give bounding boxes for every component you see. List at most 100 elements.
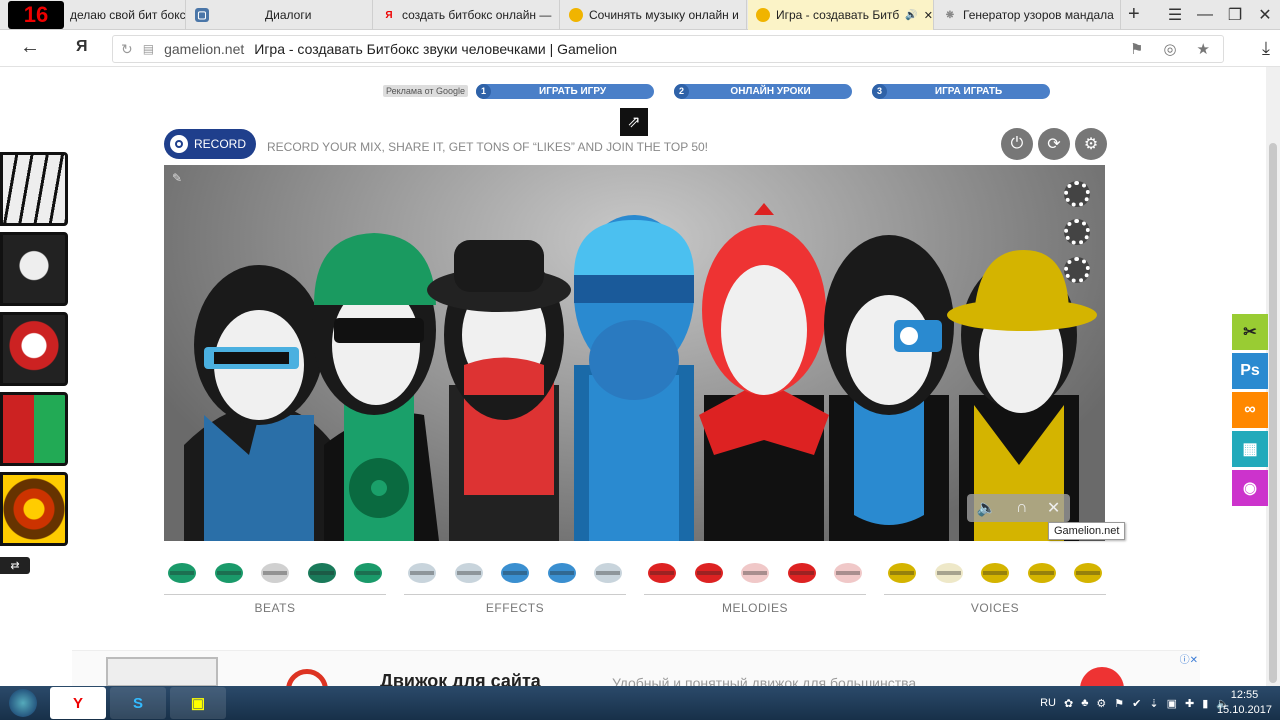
- sound-icon-voices-5[interactable]: [1072, 559, 1104, 585]
- sound-icon-beats-2[interactable]: [213, 559, 245, 585]
- tab-label: создать битбокс онлайн —: [402, 8, 552, 22]
- maximize-icon[interactable]: ❐: [1220, 0, 1250, 30]
- network-icon[interactable]: ▮: [1202, 697, 1208, 710]
- tray-icon[interactable]: ⚙: [1096, 697, 1106, 710]
- speaker-icon[interactable]: 🔊: [905, 10, 917, 21]
- sound-icon-beats-1[interactable]: [166, 559, 198, 585]
- shuffle-icon[interactable]: ⇄: [0, 557, 30, 574]
- sound-icon-melodies-5[interactable]: [832, 559, 864, 585]
- lips-icon[interactable]: ◉: [1232, 470, 1268, 506]
- ad-arrow-button[interactable]: [1080, 667, 1124, 686]
- tab-close-icon[interactable]: ✕: [924, 9, 933, 22]
- sound-icon-voices-4[interactable]: [1026, 559, 1058, 585]
- character-3[interactable]: [427, 240, 571, 541]
- ad-close-icon[interactable]: ⓘ✕: [1180, 651, 1198, 666]
- bonus-ring-icon[interactable]: [1064, 181, 1090, 207]
- url-input[interactable]: ↻ ▤ gamelion.net Игра - создавать Битбок…: [112, 35, 1224, 63]
- sound-icon-voices-1[interactable]: [886, 559, 918, 585]
- sound-icon-effects-4[interactable]: [546, 559, 578, 585]
- christmas-thumb[interactable]: [0, 392, 68, 466]
- squares-icon[interactable]: ▦: [1232, 431, 1268, 467]
- sound-icon-melodies-2[interactable]: [693, 559, 725, 585]
- piano-thumb[interactable]: [0, 152, 68, 226]
- sound-icon-beats-3[interactable]: [259, 559, 291, 585]
- sound-icon-effects-5[interactable]: [592, 559, 624, 585]
- character-6[interactable]: [824, 235, 954, 541]
- ad-link-2[interactable]: 2 ОНЛАЙН УРОКИ: [674, 83, 853, 99]
- menu-icon[interactable]: ☰: [1160, 0, 1190, 30]
- bookmark-star-icon[interactable]: ★: [1197, 40, 1210, 58]
- sound-icon-melodies-3[interactable]: [739, 559, 771, 585]
- sound-icon-beats-5[interactable]: [352, 559, 384, 585]
- tray-icon[interactable]: ⇣: [1149, 697, 1158, 710]
- character-2[interactable]: [312, 233, 439, 541]
- tray-icon[interactable]: ✔: [1132, 697, 1141, 710]
- sound-icon-effects-1[interactable]: [406, 559, 438, 585]
- reader-icon[interactable]: ⚑: [1130, 40, 1143, 58]
- record-button[interactable]: RECORD: [164, 129, 256, 159]
- tab-2[interactable]: Я создать битбокс онлайн —: [374, 0, 560, 30]
- character-5[interactable]: [699, 203, 829, 541]
- start-button[interactable]: [0, 686, 46, 720]
- tab-3[interactable]: Сочинять музыку онлайн и: [561, 0, 747, 30]
- sound-icon-melodies-1[interactable]: [646, 559, 678, 585]
- open-external-icon[interactable]: ⇗: [620, 108, 648, 136]
- language-indicator[interactable]: RU: [1040, 697, 1056, 709]
- sound-icon-voices-2[interactable]: [933, 559, 965, 585]
- sound-icon-voices-3[interactable]: [979, 559, 1011, 585]
- system-tray: RU ✿ ♣ ⚙ ⚑ ✔ ⇣ ▣ ✚ ▮ 🔈: [1040, 686, 1230, 720]
- bonus-ring-icon[interactable]: [1064, 219, 1090, 245]
- v2-thumb[interactable]: [0, 232, 68, 306]
- tab-5[interactable]: ❋ Генератор узоров мандала: [935, 0, 1121, 30]
- download-icon[interactable]: ⤓: [1262, 38, 1270, 59]
- pencil-icon[interactable]: ✎: [172, 171, 182, 185]
- reload-icon[interactable]: ↻: [121, 41, 133, 58]
- scrollbar-thumb[interactable]: [1269, 143, 1277, 683]
- sound-icon-effects-3[interactable]: [499, 559, 531, 585]
- palette-label: EFFECTS: [485, 601, 545, 615]
- v3-thumb[interactable]: [0, 312, 68, 386]
- back-arrow-icon[interactable]: ←: [20, 36, 40, 59]
- ad-link-1[interactable]: 1 ИГРАТЬ ИГРУ: [476, 83, 655, 99]
- mute-icon[interactable]: 🔈: [977, 498, 997, 518]
- solo-headphones-icon[interactable]: ∩: [1016, 499, 1028, 517]
- bottom-ad-banner[interactable]: Движок для сайта Удобный и понятный движ…: [72, 650, 1200, 686]
- adchoices-label[interactable]: Реклама от Google: [383, 85, 469, 97]
- yandex-logo-icon[interactable]: Я: [76, 38, 88, 56]
- new-tab-button[interactable]: +: [1128, 3, 1140, 26]
- bonus-ring-icon[interactable]: [1064, 257, 1090, 283]
- tray-icon[interactable]: ✚: [1185, 697, 1194, 710]
- yandex-browser-taskbar-icon[interactable]: Y: [50, 687, 106, 719]
- tray-icon[interactable]: ♣: [1081, 697, 1088, 709]
- tray-icon[interactable]: ✿: [1064, 697, 1073, 710]
- close-icon[interactable]: ✕: [1250, 0, 1280, 30]
- tab-4-active[interactable]: Игра - создавать Битб 🔊 ✕: [748, 0, 934, 30]
- tray-icon[interactable]: ⚑: [1114, 697, 1124, 710]
- settings-gear-icon[interactable]: ⚙: [1075, 128, 1107, 160]
- sound-icon-melodies-4[interactable]: [786, 559, 818, 585]
- skype-taskbar-icon[interactable]: S: [110, 687, 166, 719]
- tab-1[interactable]: ▢ Диалоги: [187, 0, 373, 30]
- scissors-icon[interactable]: ✂: [1232, 314, 1268, 350]
- clock[interactable]: 12:55 15.10.2017: [1217, 688, 1272, 718]
- remove-icon[interactable]: ✕: [1047, 498, 1060, 518]
- minimize-icon[interactable]: —: [1190, 0, 1220, 30]
- character-4[interactable]: [574, 215, 694, 541]
- photoshop-icon[interactable]: Ps: [1232, 353, 1268, 389]
- reset-icon[interactable]: ⟳: [1038, 128, 1070, 160]
- power-icon[interactable]: ⏻: [1001, 128, 1033, 160]
- sound-icon-effects-2[interactable]: [453, 559, 485, 585]
- game-stage[interactable]: ✎ 🔈 ∩ ✕: [164, 165, 1105, 541]
- palette-label: MELODIES: [721, 601, 788, 615]
- mandala-thumb[interactable]: [0, 472, 68, 546]
- sound-icon-beats-4[interactable]: [306, 559, 338, 585]
- tab-0[interactable]: 16 делаю свой бит бокс: [0, 0, 186, 30]
- app-taskbar-icon[interactable]: ▣: [170, 687, 226, 719]
- translate-icon[interactable]: ◎: [1163, 40, 1176, 58]
- ad-link-3[interactable]: 3 ИГРА ИГРАТЬ: [872, 83, 1051, 99]
- tab-strip: 16 делаю свой бит бокс ▢ Диалоги Я созда…: [0, 0, 1280, 30]
- rings-icon[interactable]: ∞: [1232, 392, 1268, 428]
- character-1[interactable]: [184, 265, 334, 541]
- page-scrollbar[interactable]: [1266, 67, 1280, 686]
- tray-icon[interactable]: ▣: [1167, 697, 1177, 710]
